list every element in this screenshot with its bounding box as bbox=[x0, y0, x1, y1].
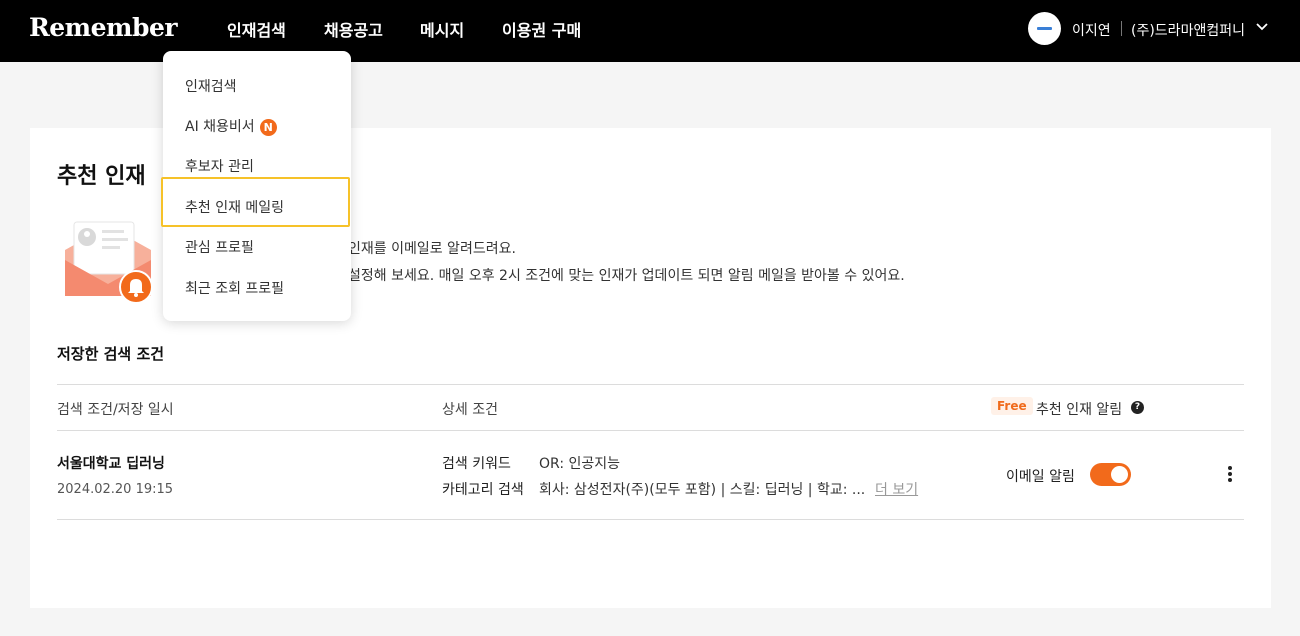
email-alert-label: 이메일 알림 bbox=[1006, 469, 1075, 485]
dropdown-item-recent-profiles[interactable]: 최근 조회 프로필 bbox=[185, 278, 284, 298]
category-value: 회사: 삼성전자(주)(모두 포함) | 스킬: 딥러닝 | 학교: ... bbox=[539, 482, 866, 498]
help-icon[interactable]: ? bbox=[1131, 401, 1144, 414]
header-detail-condition: 상세 조건 bbox=[442, 402, 498, 418]
page-title: 추천 인재 bbox=[57, 164, 146, 189]
nav-messages[interactable]: 메시지 bbox=[420, 17, 464, 41]
dropdown-item-ai-recruiter-label: AI 채용비서 bbox=[185, 119, 255, 135]
description-line-1: 인재를 이메일로 알려드려요. bbox=[348, 241, 516, 257]
header-divider bbox=[1121, 21, 1122, 36]
dropdown-item-ai-recruiter[interactable]: AI 채용비서 N bbox=[185, 116, 277, 136]
dropdown-item-talent-search[interactable]: 인재검색 bbox=[185, 76, 237, 96]
nav-job-posting[interactable]: 채용공고 bbox=[324, 17, 383, 41]
row-saved-date: 2024.02.20 19:15 bbox=[57, 482, 174, 497]
new-badge: N bbox=[259, 118, 277, 136]
header-recommend-alert: 추천 인재 알림 bbox=[1036, 402, 1123, 418]
category-label: 카테고리 검색 bbox=[442, 482, 524, 498]
highlight-box bbox=[161, 177, 350, 227]
keyword-label: 검색 키워드 bbox=[442, 456, 511, 472]
saved-search-title: 저장한 검색 조건 bbox=[57, 345, 165, 363]
dropdown-item-favorite-profiles[interactable]: 관심 프로필 bbox=[185, 237, 254, 257]
table-top-divider bbox=[57, 384, 1244, 385]
row-search-name[interactable]: 서울대학교 딥러닝 bbox=[57, 453, 165, 473]
keyword-value: OR: 인공지능 bbox=[539, 456, 621, 472]
bell-icon bbox=[119, 270, 153, 304]
more-link[interactable]: 더 보기 bbox=[875, 479, 918, 499]
company-name[interactable]: (주)드라마앤컴퍼니 bbox=[1131, 20, 1245, 40]
chevron-down-icon[interactable] bbox=[1256, 22, 1268, 32]
table-header-divider bbox=[57, 430, 1244, 431]
company-avatar[interactable] bbox=[1028, 12, 1061, 45]
email-alert-toggle[interactable] bbox=[1090, 463, 1131, 486]
kebab-menu-icon[interactable] bbox=[1223, 464, 1237, 484]
header-search-condition: 검색 조건/저장 일시 bbox=[57, 402, 174, 418]
free-badge: Free bbox=[991, 397, 1033, 415]
table-bottom-divider bbox=[57, 519, 1244, 520]
user-name[interactable]: 이지연 bbox=[1072, 20, 1111, 40]
description-line-2: 설정해 보세요. 매일 오후 2시 조건에 맞는 인재가 업데이트 되면 알림 … bbox=[348, 268, 905, 284]
remember-logo[interactable]: Remember bbox=[29, 13, 178, 42]
nav-talent-search[interactable]: 인재검색 bbox=[227, 17, 286, 41]
dropdown-item-candidate-management[interactable]: 후보자 관리 bbox=[185, 156, 254, 176]
nav-purchase-pass[interactable]: 이용권 구매 bbox=[502, 17, 581, 41]
